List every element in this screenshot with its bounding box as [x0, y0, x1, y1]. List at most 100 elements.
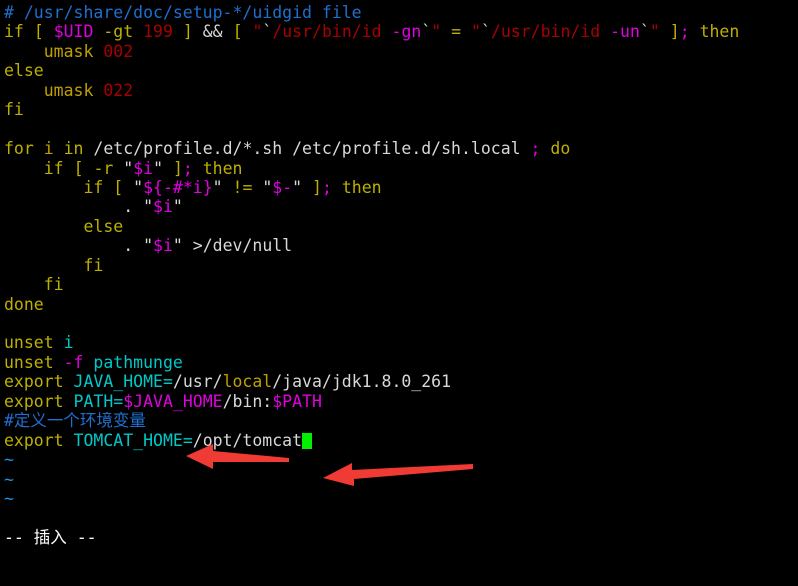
code-token: $PATH [272, 391, 322, 411]
editor-line[interactable]: umask 002 [0, 42, 798, 61]
code-token: if [4, 22, 24, 42]
terminal-window[interactable]: # /usr/share/doc/setup-*/uidgid file if [… [0, 0, 798, 586]
code-token: export [4, 430, 64, 450]
code-token: umask [43, 41, 94, 61]
editor-line[interactable]: unset -f pathmunge [0, 353, 798, 372]
editor-line[interactable]: . "$i" [0, 197, 798, 216]
editor-line[interactable]: # /usr/share/doc/setup-*/uidgid file [0, 3, 798, 22]
code-token: i [43, 139, 54, 159]
editor-line[interactable]: unset i [0, 333, 798, 352]
code-token: && [202, 22, 223, 42]
editor-line[interactable]: else [0, 217, 798, 236]
code-token: PATH= [73, 391, 124, 411]
code-token: ; [530, 139, 541, 159]
code-token: " [431, 22, 442, 42]
editor-line[interactable]: if [ "${-#*i}" != "$-" ]; then [0, 178, 798, 197]
editor-line[interactable]: if [ $UID -gt 199 ] && [ "`/usr/bin/id -… [0, 22, 798, 41]
editor-line[interactable]: export PATH=$JAVA_HOME/bin:$PATH [0, 392, 798, 411]
code-token: " [133, 177, 144, 197]
code-token: pathmunge [93, 352, 183, 372]
editor-line[interactable]: for i in /etc/profile.d/*.sh /etc/profil… [0, 139, 798, 158]
code-token: " [143, 197, 154, 217]
code-token: . [123, 197, 134, 217]
vim-text-buffer[interactable]: # /usr/share/doc/setup-*/uidgid file if [… [0, 3, 798, 547]
editor-line[interactable]: ~ [0, 470, 798, 489]
code-token: $- [272, 177, 293, 197]
code-token: [ [73, 158, 84, 178]
editor-line[interactable]: #定义一个环境变量 [0, 411, 798, 430]
code-token: " [212, 177, 223, 197]
editor-line[interactable] [0, 120, 798, 139]
code-token: ` [480, 22, 491, 42]
code-token: " [143, 236, 154, 256]
code-token: /usr/bin/id [490, 22, 601, 42]
code-token: ; [679, 22, 690, 42]
editor-line[interactable]: . "$i" >/dev/null [0, 236, 798, 255]
code-token: ] [312, 177, 322, 197]
code-token: #定义一个环境变量 [4, 411, 146, 431]
code-token: 199 [143, 22, 173, 42]
code-token: " [123, 158, 134, 178]
code-token: ] [182, 22, 193, 42]
code-token: " [262, 177, 273, 197]
code-token: unset [4, 333, 54, 353]
editor-line[interactable]: if [ -r "$i" ]; then [0, 159, 798, 178]
editor-line[interactable]: fi [0, 275, 798, 294]
editor-line[interactable]: else [0, 61, 798, 80]
code-token: if [83, 177, 104, 197]
code-token: ~ [4, 450, 14, 470]
code-token: " [153, 158, 163, 178]
code-token: umask [43, 80, 94, 100]
editor-line[interactable]: umask 022 [0, 81, 798, 100]
editor-line[interactable]: ~ [0, 450, 798, 469]
code-token: ; [182, 158, 193, 178]
editor-line[interactable] [0, 314, 798, 333]
code-token: -f [63, 352, 84, 372]
code-token: " [292, 177, 303, 197]
editor-line[interactable]: ~ [0, 489, 798, 508]
editor-line[interactable]: fi [0, 256, 798, 275]
code-token: else [4, 61, 44, 81]
code-token: do [550, 139, 571, 159]
code-token: $i [153, 236, 173, 256]
text-cursor [302, 432, 313, 449]
editor-line[interactable]: done [0, 295, 798, 314]
code-token: fi [83, 255, 104, 275]
code-token: /opt/tomcat [192, 430, 303, 450]
editor-line[interactable] [0, 508, 798, 527]
editor-line[interactable]: export TOMCAT_HOME=/opt/tomcat [0, 431, 798, 450]
code-token: export [4, 391, 64, 411]
code-token: export [4, 372, 64, 392]
editor-line[interactable]: fi [0, 100, 798, 119]
code-token: ~ [4, 469, 14, 489]
code-token: JAVA_HOME= [73, 372, 173, 392]
code-token: 022 [103, 80, 134, 100]
editor-line[interactable]: export JAVA_HOME=/usr/local/java/jdk1.8.… [0, 372, 798, 391]
code-token: -r [93, 158, 114, 178]
